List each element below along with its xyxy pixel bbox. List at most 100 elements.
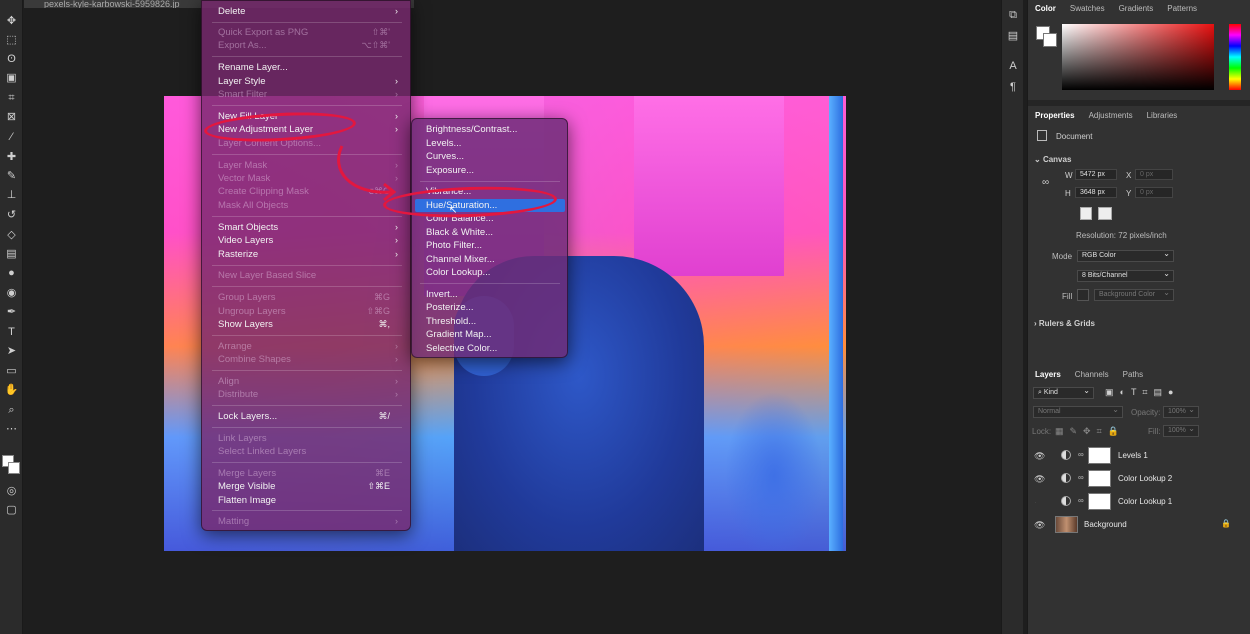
layer-name[interactable]: Levels 1 — [1118, 451, 1148, 460]
visibility-eye-icon[interactable]: 👁 — [1034, 474, 1045, 485]
menu-item-layer-style[interactable]: Layer Style › — [218, 75, 402, 88]
layer-row-background[interactable]: 👁 Background 🔒 — [1028, 514, 1250, 536]
screen-mode-icon[interactable]: ▢ — [4, 503, 19, 517]
shape-icon[interactable]: ▭ — [4, 364, 19, 378]
submenu-item-curves[interactable]: Curves... — [415, 150, 565, 163]
menu-item-arrange[interactable]: Arrange › — [218, 340, 402, 353]
brush-icon[interactable]: ✎ — [4, 169, 19, 183]
menu-item-flatten-image[interactable]: Flatten Image — [218, 494, 402, 507]
submenu-item-brightness-contrast[interactable]: Brightness/Contrast... — [415, 123, 565, 136]
history-icon[interactable]: ⧉ — [1007, 9, 1019, 21]
hand-icon[interactable]: ✋ — [4, 383, 19, 397]
menu-item-quick-export[interactable]: Quick Export as PNG ⇧⌘' — [218, 26, 402, 39]
canvas-section-header[interactable]: ⌄ Canvas — [1034, 155, 1071, 164]
x-field[interactable]: 0 px — [1135, 169, 1173, 180]
layer-row-color-lookup-2[interactable]: 👁 ∞ Color Lookup 2 — [1028, 468, 1250, 490]
lock-icons[interactable]: ▦✎✥⌗🔒 — [1055, 426, 1125, 437]
link-dimensions-icon[interactable]: ∞ — [1042, 177, 1049, 188]
submenu-item-selective-color[interactable]: Selective Color... — [415, 342, 565, 355]
tab-properties[interactable]: Properties — [1035, 111, 1075, 120]
tab-adjustments[interactable]: Adjustments — [1089, 111, 1133, 120]
submenu-item-posterize[interactable]: Posterize... — [415, 301, 565, 314]
crop-icon[interactable]: ⌗ — [4, 91, 19, 105]
mode-select[interactable]: RGB Color — [1077, 249, 1174, 262]
height-field[interactable]: 3648 px — [1075, 187, 1117, 198]
menu-item-lock-layers[interactable]: Lock Layers... ⌘/ — [218, 410, 402, 423]
healing-icon[interactable]: ✚ — [4, 150, 19, 164]
layer-filter-icons[interactable]: ▣◐T⌗▤● — [1105, 387, 1179, 398]
menu-item-combine-shapes[interactable]: Combine Shapes › — [218, 353, 402, 366]
menu-item-link-layers[interactable]: Link Layers — [218, 432, 402, 445]
layer-filter-kind[interactable]: ⌕ Kind — [1033, 386, 1094, 399]
menu-item-merge-layers[interactable]: Merge Layers ⌘E — [218, 467, 402, 480]
layer-mask-thumbnail[interactable] — [1088, 470, 1111, 487]
menu-item-show-layers[interactable]: Show Layers ⌘, — [218, 318, 402, 331]
menu-item-select-linked-layers[interactable]: Select Linked Layers — [218, 445, 402, 458]
submenu-item-invert[interactable]: Invert... — [415, 288, 565, 301]
character-icon[interactable]: A — [1007, 60, 1019, 72]
lasso-icon[interactable]: ʘ — [4, 52, 19, 66]
panel-background-swatch[interactable] — [1043, 33, 1057, 47]
color-picker-field[interactable] — [1062, 24, 1214, 90]
layer-mask-thumbnail[interactable] — [1088, 447, 1111, 464]
submenu-item-gradient-map[interactable]: Gradient Map... — [415, 328, 565, 341]
blend-mode-select[interactable]: Normal — [1033, 405, 1123, 418]
fill-opacity-field[interactable]: 100% — [1163, 424, 1199, 437]
menu-item-smart-filter[interactable]: Smart Filter › — [218, 88, 402, 101]
menu-item-export-as[interactable]: Export As... ⌥⇧⌘' — [218, 39, 402, 52]
menu-item-align[interactable]: Align › — [218, 375, 402, 388]
visibility-eye-icon[interactable]: · — [1034, 497, 1037, 507]
menu-item-new-layer-based-slice[interactable]: New Layer Based Slice — [218, 269, 402, 282]
opacity-field[interactable]: 100% — [1163, 405, 1199, 418]
tab-libraries[interactable]: Libraries — [1147, 111, 1178, 120]
gradient-icon[interactable]: ▤ — [4, 247, 19, 261]
eraser-icon[interactable]: ◇ — [4, 228, 19, 242]
background-color-swatch[interactable] — [8, 462, 20, 474]
menu-item-rename-layer[interactable]: Rename Layer... — [218, 61, 402, 74]
submenu-item-black-white[interactable]: Black & White... — [415, 226, 565, 239]
submenu-item-photo-filter[interactable]: Photo Filter... — [415, 239, 565, 252]
fill-select[interactable]: Background Color — [1094, 288, 1174, 301]
type-icon[interactable]: T — [4, 325, 19, 339]
marquee-icon[interactable]: ⬚ — [4, 33, 19, 47]
landscape-orientation-button[interactable] — [1098, 207, 1112, 220]
layer-row-levels-1[interactable]: 👁 ∞ Levels 1 — [1028, 445, 1250, 467]
object-select-icon[interactable]: ▣ — [4, 71, 19, 85]
bit-depth-select[interactable]: 8 Bits/Channel — [1077, 269, 1174, 282]
width-field[interactable]: 5472 px — [1075, 169, 1117, 180]
layer-name[interactable]: Color Lookup 2 — [1118, 474, 1172, 483]
menu-item-rasterize[interactable]: Rasterize › — [218, 248, 402, 261]
blur-icon[interactable]: ● — [4, 266, 19, 280]
fill-swatch[interactable] — [1077, 289, 1089, 301]
menu-item-merge-visible[interactable]: Merge Visible ⇧⌘E — [218, 480, 402, 493]
visibility-eye-icon[interactable]: 👁 — [1034, 451, 1045, 462]
submenu-item-levels[interactable]: Levels... — [415, 137, 565, 150]
path-select-icon[interactable]: ➤ — [4, 344, 19, 358]
submenu-item-color-lookup[interactable]: Color Lookup... — [415, 266, 565, 279]
submenu-item-threshold[interactable]: Threshold... — [415, 315, 565, 328]
menu-item-delete[interactable]: Delete › — [218, 5, 402, 18]
rulers-grids-section-header[interactable]: › Rulers & Grids — [1034, 319, 1095, 328]
move-icon[interactable]: ✥ — [4, 14, 19, 28]
menu-item-matting[interactable]: Matting › — [218, 515, 402, 528]
layer-name[interactable]: Color Lookup 1 — [1118, 497, 1172, 506]
layer-name[interactable]: Background — [1084, 520, 1127, 529]
comments-icon[interactable]: ▤ — [1007, 30, 1019, 42]
y-field[interactable]: 0 px — [1135, 187, 1173, 198]
layer-thumbnail[interactable] — [1055, 516, 1078, 533]
hue-slider[interactable] — [1229, 24, 1241, 90]
layer-mask-thumbnail[interactable] — [1088, 493, 1111, 510]
zoom-icon[interactable]: ⌕ — [4, 403, 19, 417]
history-brush-icon[interactable]: ↺ — [4, 208, 19, 222]
visibility-eye-icon[interactable]: 👁 — [1034, 520, 1045, 531]
pen-icon[interactable]: ✒ — [4, 305, 19, 319]
dodge-icon[interactable]: ◉ — [4, 286, 19, 300]
submenu-item-channel-mixer[interactable]: Channel Mixer... — [415, 253, 565, 266]
paragraph-icon[interactable]: ¶ — [1007, 81, 1019, 93]
menu-item-group-layers[interactable]: Group Layers ⌘G — [218, 291, 402, 304]
quick-mask-icon[interactable]: ◎ — [4, 484, 19, 498]
menu-item-distribute[interactable]: Distribute › — [218, 388, 402, 401]
menu-item-video-layers[interactable]: Video Layers › — [218, 234, 402, 247]
eyedropper-icon[interactable]: ⁄ — [4, 130, 19, 144]
menu-item-smart-objects[interactable]: Smart Objects › — [218, 221, 402, 234]
